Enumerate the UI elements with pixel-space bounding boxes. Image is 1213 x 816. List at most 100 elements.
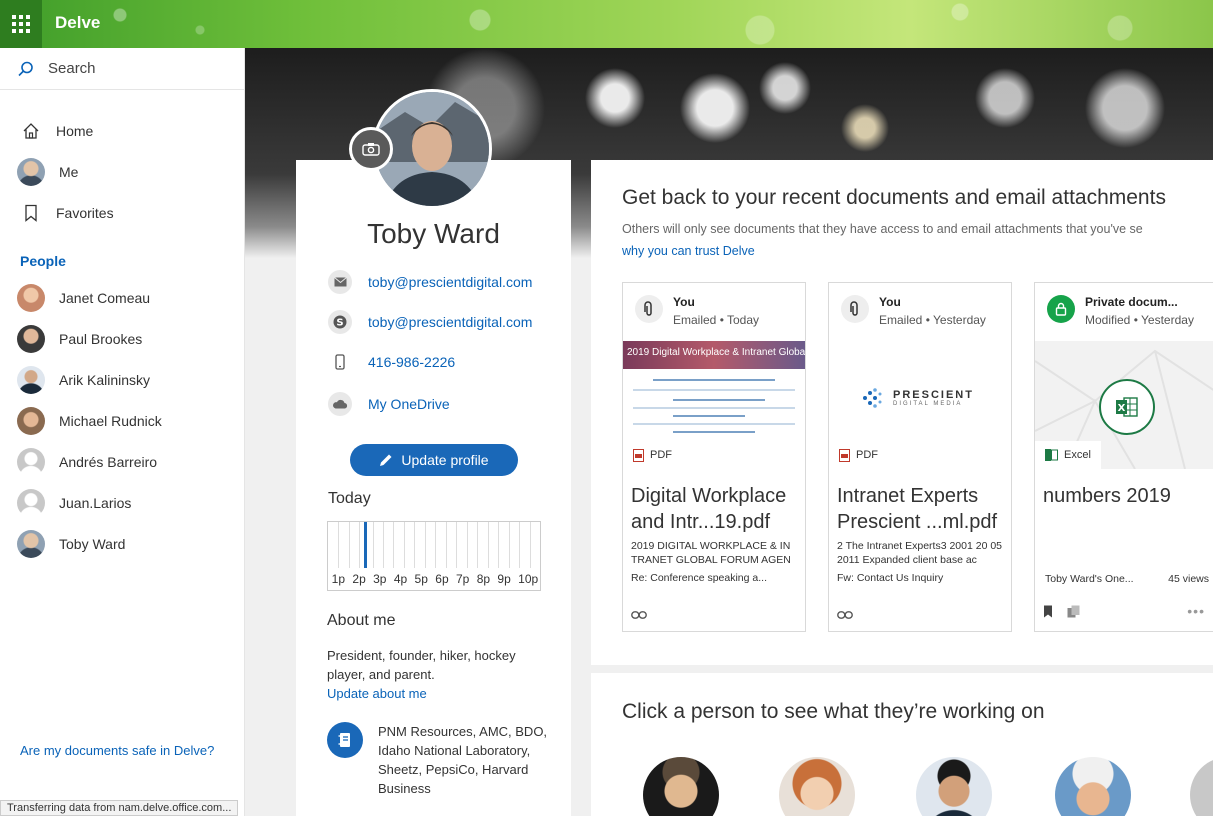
onedrive-link[interactable]: My OneDrive (328, 392, 450, 416)
person-name: Janet Comeau (59, 289, 151, 306)
trust-delve-link[interactable]: why you can trust Delve (622, 244, 755, 258)
recent-documents-title: Get back to your recent documents and em… (622, 186, 1166, 209)
sidebar-person-janet-comeau[interactable]: Janet Comeau (0, 277, 244, 318)
phone-icon (328, 350, 352, 374)
document-card[interactable]: You Emailed • Yesterday PRESCIENT DIGITA… (828, 282, 1012, 632)
svg-text:X: X (1118, 403, 1126, 414)
svg-text:S: S (336, 318, 343, 329)
lock-icon (1047, 295, 1075, 323)
document-source: Re: Conference speaking a... (631, 572, 767, 584)
person-name: Paul Brookes (59, 330, 143, 347)
avatar (17, 488, 45, 517)
recent-documents-subtitle: Others will only see documents that they… (622, 222, 1143, 236)
change-photo-button[interactable] (349, 127, 393, 171)
file-type-label: Excel (1064, 449, 1091, 461)
person-name: Arik Kalininsky (59, 371, 151, 388)
timeline-label: 6p (435, 572, 449, 586)
link-icon[interactable] (631, 611, 647, 619)
link-icon[interactable] (837, 611, 853, 619)
paperclip-icon (841, 295, 869, 323)
card-author: Private docum... (1085, 295, 1178, 309)
timeline-label: 2p (352, 572, 366, 586)
sidebar-person-andres-barreiro[interactable]: Andrés Barreiro (0, 441, 244, 482)
current-time-marker (364, 522, 367, 568)
onedrive-label: My OneDrive (368, 396, 450, 412)
document-card[interactable]: Private docum... Modified • Yesterday X … (1034, 282, 1213, 632)
sidebar-person-juan-larios[interactable]: Juan.Larios (0, 482, 244, 523)
document-snippet: 2019 DIGITAL WORKPLACE & IN TRANET GLOBA… (631, 540, 791, 566)
bookmark-icon[interactable] (1043, 605, 1053, 618)
sidebar-person-arik-kalininsky[interactable]: Arik Kalininsky (0, 359, 244, 400)
logo-subtext: DIGITAL MEDIA (893, 401, 963, 407)
timeline-label: 7p (455, 572, 470, 586)
cloud-icon (328, 392, 352, 416)
more-options-icon[interactable]: ••• (1187, 603, 1205, 619)
phone-value: 416-986-2226 (368, 354, 456, 370)
card-activity: Modified • Yesterday (1085, 313, 1194, 327)
card-activity: Emailed • Today (673, 313, 760, 327)
person-name: Toby Ward (59, 535, 126, 552)
file-type-tag: PDF (623, 441, 682, 469)
avatar (17, 406, 45, 435)
sidebar-person-michael-rudnick[interactable]: Michael Rudnick (0, 400, 244, 441)
sidebar-person-paul-brookes[interactable]: Paul Brookes (0, 318, 244, 359)
document-title[interactable]: numbers 2019 (1035, 469, 1213, 509)
excel-file-icon: X (1099, 379, 1155, 435)
document-owner[interactable]: Toby Ward's One... (1045, 573, 1134, 585)
document-source: Fw: Contact Us Inquiry (837, 572, 944, 584)
logo-text: PRESCIENT (893, 389, 974, 401)
nav-item-label: Favorites (56, 204, 114, 221)
pencil-icon (380, 454, 392, 466)
app-title[interactable]: Delve (55, 13, 100, 33)
nav-item-favorites[interactable]: Favorites (0, 192, 244, 233)
document-card[interactable]: You Emailed • Today 2019 Digital Workpla… (622, 282, 806, 632)
timeline-label: 4p (393, 572, 408, 586)
timeline-label: 3p (373, 572, 387, 586)
copy-icon[interactable] (1067, 605, 1081, 618)
nav-item-home[interactable]: Home (0, 110, 244, 151)
contact-phone[interactable]: 416-986-2226 (328, 350, 455, 374)
card-footer: ••• (1043, 603, 1205, 619)
people-working-title: Click a person to see what they’re worki… (622, 700, 1045, 723)
search-box[interactable]: Search (0, 48, 244, 90)
document-title[interactable]: Digital Workplace and Intr...19.pdf (623, 469, 805, 535)
card-header: You Emailed • Yesterday (829, 283, 1011, 341)
update-about-link[interactable]: Update about me (327, 686, 427, 701)
card-footer (837, 611, 1003, 619)
activity-timeline[interactable]: 1p 2p 3p 4p 5p 6p 7p 8p 9p 10p (327, 521, 541, 591)
document-title[interactable]: Intranet Experts Prescient ...ml.pdf (829, 469, 1011, 535)
skype-icon: S (328, 310, 352, 334)
document-thumbnail: 2019 Digital Workplace & Intranet Global… (623, 341, 805, 469)
update-profile-button[interactable]: Update profile (350, 444, 518, 476)
excel-icon (1045, 449, 1058, 461)
about-heading: About me (327, 612, 396, 629)
left-navigation: Search Home Me Favorites People Janet Co… (0, 48, 245, 816)
avatar (17, 365, 45, 394)
profile-card (296, 160, 571, 816)
document-snippet: 2 The Intranet Experts3 2001 20 05 2011 … (837, 540, 1003, 566)
timeline-label: 10p (518, 572, 539, 586)
app-launcher-button[interactable] (0, 0, 42, 48)
pdf-icon (633, 448, 644, 462)
prescient-logo-icon (863, 388, 882, 408)
contact-skype[interactable]: S toby@prescientdigital.com (328, 310, 532, 334)
person-name: Michael Rudnick (59, 412, 162, 429)
avatar (17, 447, 45, 476)
timeline-label: 1p (331, 572, 346, 586)
waffle-icon (12, 15, 30, 33)
sidebar-person-toby-ward[interactable]: Toby Ward (0, 523, 244, 564)
skype-value: toby@prescientdigital.com (368, 314, 533, 330)
nav-item-label: Home (56, 122, 94, 139)
today-heading: Today (328, 490, 371, 507)
documents-safe-link[interactable]: Are my documents safe in Delve? (20, 743, 214, 758)
thumbnail-banner: 2019 Digital Workplace & Intranet Global… (623, 341, 805, 369)
timeline-label: 5p (414, 572, 428, 586)
document-thumbnail: PRESCIENT DIGITAL MEDIA PDF (829, 341, 1011, 469)
document-thumbnail: X Excel (1035, 341, 1213, 469)
people-heading[interactable]: People (0, 233, 244, 277)
contact-email[interactable]: toby@prescientdigital.com (328, 270, 532, 294)
card-author: You (673, 295, 695, 309)
bookmark-icon (20, 202, 42, 224)
nav-item-me[interactable]: Me (0, 151, 244, 192)
view-count: 45 views (1168, 573, 1209, 585)
